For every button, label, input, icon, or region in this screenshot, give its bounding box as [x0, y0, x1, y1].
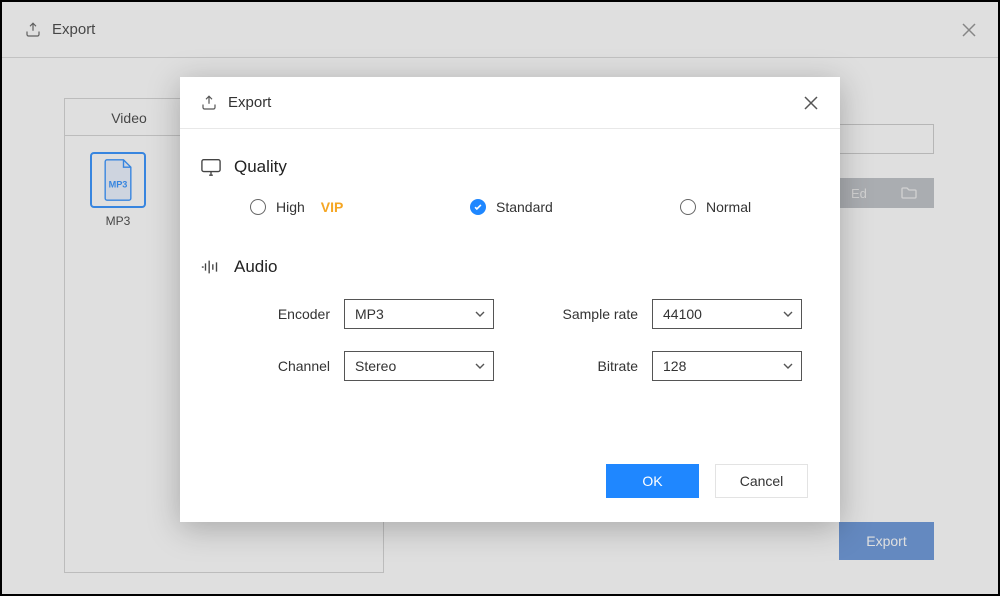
modal-header: Export — [180, 77, 840, 129]
channel-select[interactable]: Stereo — [344, 351, 494, 381]
ok-button[interactable]: OK — [606, 464, 699, 498]
quality-title: Quality — [234, 157, 287, 177]
audio-title: Audio — [234, 257, 277, 277]
cancel-button-label: Cancel — [740, 473, 784, 489]
waveform-icon — [200, 259, 222, 275]
encoder-label: Encoder — [240, 306, 330, 322]
radio-unchecked-icon — [680, 199, 696, 215]
samplerate-value: 44100 — [663, 306, 702, 322]
quality-option-high[interactable]: High VIP — [250, 199, 470, 215]
modal-title: Export — [228, 94, 271, 111]
quality-normal-label: Normal — [706, 199, 751, 215]
cancel-button[interactable]: Cancel — [715, 464, 808, 498]
chevron-down-icon — [475, 311, 485, 317]
quality-option-standard[interactable]: Standard — [470, 199, 680, 215]
export-settings-modal: Export Quality High VI — [180, 77, 840, 522]
vip-badge: VIP — [321, 199, 344, 215]
quality-option-normal[interactable]: Normal — [680, 199, 751, 215]
quality-high-label: High — [276, 199, 305, 215]
encoder-value: MP3 — [355, 306, 384, 322]
channel-value: Stereo — [355, 358, 396, 374]
close-icon — [804, 96, 818, 110]
channel-label: Channel — [240, 358, 330, 374]
chevron-down-icon — [475, 363, 485, 369]
modal-footer: OK Cancel — [180, 464, 840, 522]
quality-section-head: Quality — [200, 157, 802, 177]
bitrate-label: Bitrate — [548, 358, 638, 374]
monitor-icon — [200, 157, 222, 177]
chevron-down-icon — [783, 363, 793, 369]
bitrate-value: 128 — [663, 358, 686, 374]
samplerate-label: Sample rate — [548, 306, 638, 322]
chevron-down-icon — [783, 311, 793, 317]
encoder-select[interactable]: MP3 — [344, 299, 494, 329]
quality-standard-label: Standard — [496, 199, 553, 215]
bitrate-select[interactable]: 128 — [652, 351, 802, 381]
samplerate-select[interactable]: 44100 — [652, 299, 802, 329]
radio-unchecked-icon — [250, 199, 266, 215]
ok-button-label: OK — [642, 473, 662, 489]
export-icon — [200, 94, 218, 112]
radio-checked-icon — [470, 199, 486, 215]
modal-close-button[interactable] — [802, 94, 820, 112]
audio-section-head: Audio — [200, 257, 802, 277]
